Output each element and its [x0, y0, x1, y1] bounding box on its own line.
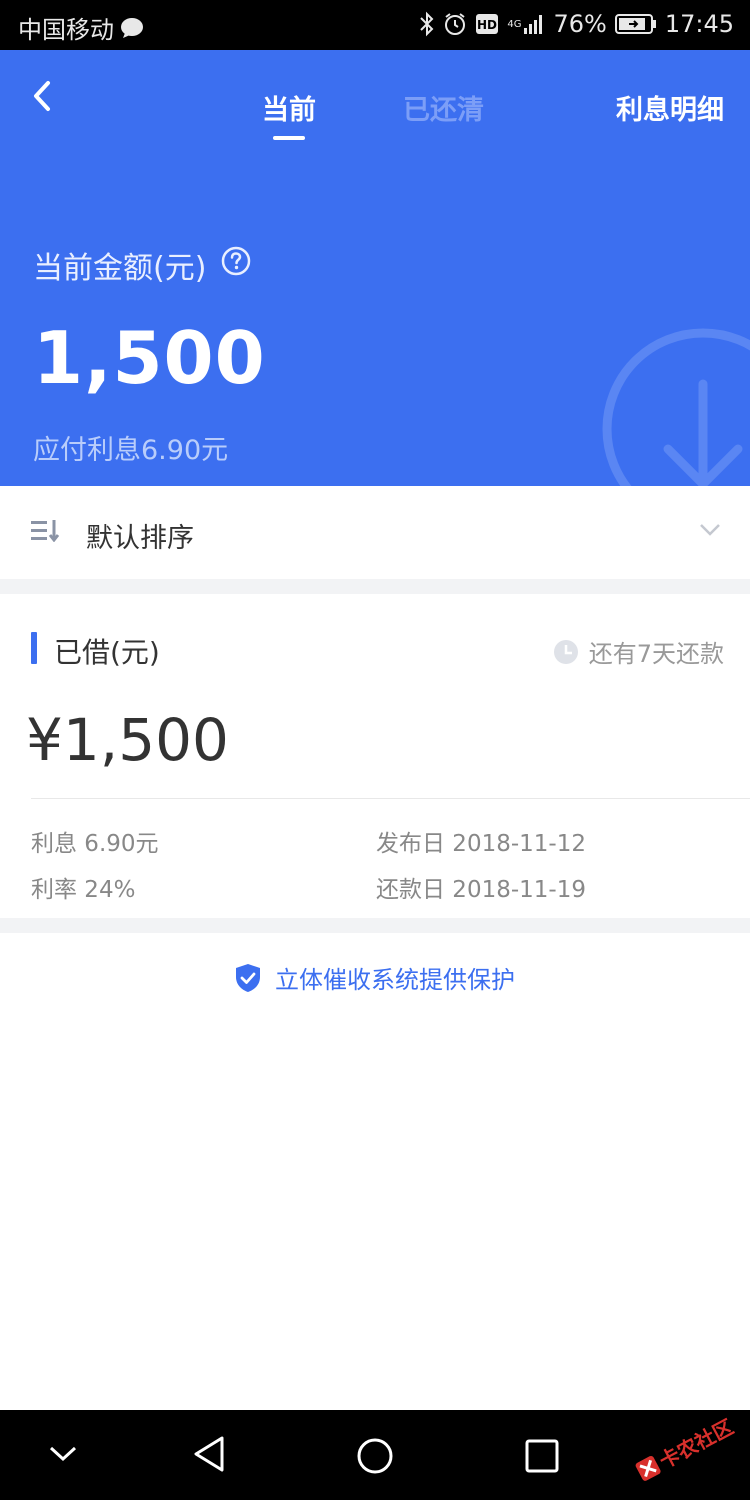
battery-percent: 76%	[553, 10, 607, 38]
current-amount-label: 当前金额(元)	[33, 243, 252, 287]
section-divider	[0, 918, 750, 933]
clock-icon	[553, 639, 578, 664]
loan-card-title: 已借(元)	[54, 636, 160, 669]
home-nav-icon[interactable]	[356, 1437, 394, 1475]
carrier-label: 中国移动	[18, 16, 114, 44]
tab-interest-details[interactable]: 利息明细	[616, 88, 724, 127]
sort-label: 默认排序	[86, 523, 194, 554]
network-label: 4G	[507, 18, 522, 30]
interest-value: 利息 6.90元	[31, 831, 159, 857]
help-icon[interactable]	[220, 245, 252, 285]
header: 当前 已还清 利息明细 当前金额(元) 1,500 应付利息6.90元	[0, 50, 750, 486]
loan-card[interactable]: 已借(元) 还有7天还款 ¥1,500 利息 6.90元 利率 24% 发布日 …	[0, 594, 750, 918]
back-button[interactable]	[28, 78, 58, 114]
chevron-left-icon	[34, 81, 50, 111]
repayment-date: 还款日 2018-11-19	[376, 877, 586, 903]
card-accent-bar	[31, 632, 37, 664]
hide-nav-icon[interactable]	[48, 1444, 78, 1464]
svg-text:卡农社区: 卡农社区	[655, 1415, 737, 1474]
signal-icon: 4G	[507, 13, 545, 35]
tab-active-indicator	[273, 136, 305, 140]
due-reminder-text: 还有7天还款	[588, 640, 724, 668]
protection-notice: 立体催收系统提供保护	[0, 960, 750, 995]
shield-check-icon	[236, 963, 260, 992]
borrowed-amount: ¥1,500	[26, 706, 229, 774]
download-circle-icon	[602, 328, 750, 486]
message-icon	[120, 17, 144, 39]
chevron-down-icon	[700, 524, 720, 536]
alarm-icon	[443, 12, 467, 36]
bluetooth-icon	[419, 11, 435, 37]
sort-bar[interactable]: 默认排序	[0, 486, 750, 579]
card-divider	[31, 798, 750, 799]
svg-text:HD: HD	[477, 18, 497, 32]
protection-notice-text: 立体催收系统提供保护	[275, 966, 515, 994]
back-nav-icon[interactable]	[192, 1435, 226, 1473]
tab-cleared[interactable]: 已还清	[403, 88, 484, 127]
tab-current[interactable]: 当前	[262, 88, 316, 127]
battery-icon	[614, 13, 657, 35]
current-amount-value: 1,500	[33, 316, 266, 400]
status-bar: 中国移动 HD 4G 76% 17:45	[0, 0, 750, 50]
interest-due: 应付利息6.90元	[33, 435, 229, 466]
sort-icon	[31, 520, 60, 542]
watermark-logo: 卡农社区	[635, 1415, 737, 1481]
interest-rate: 利率 24%	[31, 877, 136, 903]
recents-nav-icon[interactable]	[525, 1439, 559, 1473]
clock: 17:45	[664, 10, 734, 38]
current-amount-label-text: 当前金额(元)	[33, 251, 207, 286]
due-reminder: 还有7天还款	[553, 634, 724, 669]
hd-icon: HD	[475, 13, 499, 35]
publish-date: 发布日 2018-11-12	[376, 831, 586, 857]
section-divider	[0, 579, 750, 594]
